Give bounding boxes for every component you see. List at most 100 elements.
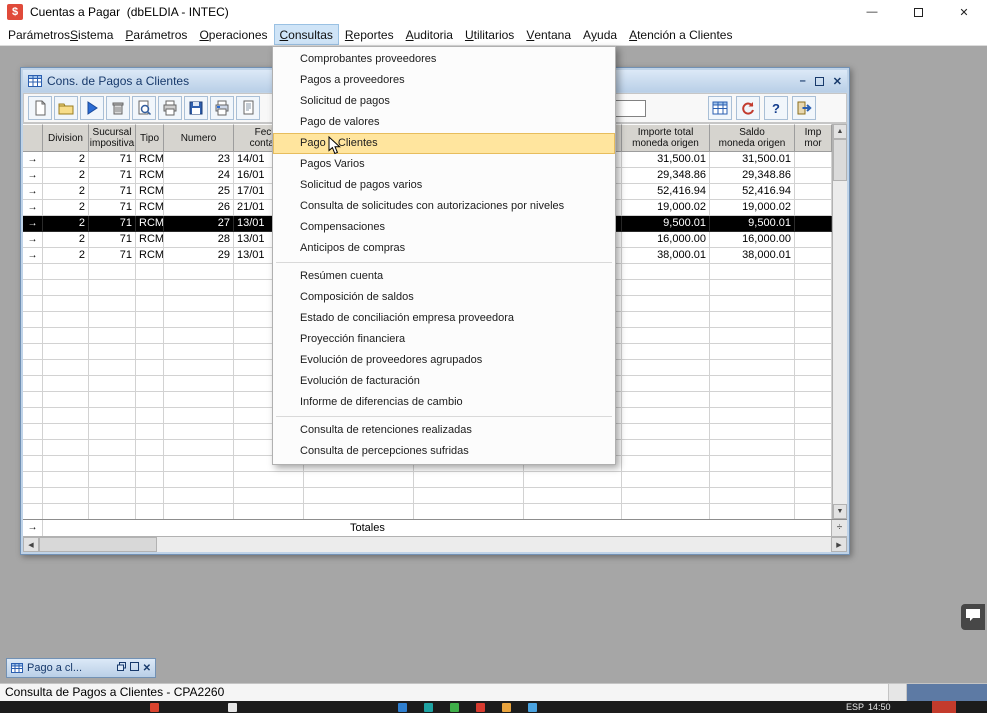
grid-cell[interactable] (622, 312, 710, 328)
grid-cell[interactable] (136, 440, 164, 456)
grid-cell[interactable] (622, 376, 710, 392)
grid-cell[interactable] (795, 504, 832, 519)
open-button[interactable] (54, 96, 78, 120)
grid-cell[interactable] (710, 392, 795, 408)
menubar-item-ventana[interactable]: Ventana (520, 24, 577, 45)
grid-cell[interactable] (795, 216, 832, 232)
menu-item-pago-de-valores[interactable]: Pago de valores (273, 112, 615, 133)
menu-item-compensaciones[interactable]: Compensaciones (273, 217, 615, 238)
maximize-button[interactable] (130, 662, 139, 674)
grid-row-empty[interactable] (23, 472, 832, 488)
grid-cell[interactable] (164, 488, 234, 504)
grid-cell[interactable] (89, 504, 136, 519)
grid-cell[interactable] (622, 328, 710, 344)
grid-cell[interactable] (795, 472, 832, 488)
grid-cell[interactable]: 28 (164, 232, 234, 248)
maximize-button[interactable] (895, 0, 941, 24)
grid-cell[interactable] (43, 280, 89, 296)
grid-cell[interactable] (795, 392, 832, 408)
column-header-imp-mor[interactable]: Imp mor (795, 124, 832, 152)
grid-cell[interactable] (622, 344, 710, 360)
grid-cell[interactable] (795, 456, 832, 472)
exit-button[interactable] (792, 96, 816, 120)
taskbar-app-icon[interactable] (450, 703, 459, 712)
grid-cell[interactable] (622, 392, 710, 408)
grid-cell[interactable]: → (23, 168, 43, 184)
grid-cell[interactable]: 71 (89, 168, 136, 184)
grid-cell[interactable] (710, 472, 795, 488)
scroll-right-button[interactable]: ▶ (831, 537, 847, 552)
menu-item-composicion-de-saldos[interactable]: Composición de saldos (273, 287, 615, 308)
preview-button[interactable] (132, 96, 156, 120)
grid-cell[interactable] (414, 472, 524, 488)
grid-cell[interactable]: 71 (89, 216, 136, 232)
menu-item-evolucion-de-facturacion[interactable]: Evolución de facturación (273, 371, 615, 392)
grid-cell[interactable]: RCM (136, 248, 164, 264)
grid-cell[interactable]: 2 (43, 232, 89, 248)
grid-cell[interactable] (23, 344, 43, 360)
grid-cell[interactable]: RCM (136, 200, 164, 216)
menu-item-pagos-a-proveedores[interactable]: Pagos a proveedores (273, 70, 615, 91)
grid-cell[interactable] (795, 168, 832, 184)
grid-cell[interactable] (795, 200, 832, 216)
grid-cell[interactable]: RCM (136, 232, 164, 248)
close-button[interactable]: ✕ (143, 663, 151, 674)
column-header-sucursal-impositiva[interactable]: Sucursal impositiva (89, 124, 136, 152)
grid-cell[interactable] (164, 424, 234, 440)
grid-cell[interactable] (136, 344, 164, 360)
grid-cell[interactable] (164, 312, 234, 328)
grid-cell[interactable]: 31,500.01 (622, 152, 710, 168)
grid-cell[interactable] (164, 408, 234, 424)
grid-cell[interactable] (710, 280, 795, 296)
grid-cell[interactable] (89, 392, 136, 408)
grid-cell[interactable]: 71 (89, 248, 136, 264)
grid-cell[interactable] (710, 296, 795, 312)
hscroll-track[interactable] (157, 537, 831, 552)
grid-cell[interactable] (164, 376, 234, 392)
grid-cell[interactable] (136, 264, 164, 280)
grid-cell[interactable] (622, 296, 710, 312)
grid-cell[interactable] (89, 440, 136, 456)
grid-cell[interactable] (795, 440, 832, 456)
grid-cell[interactable] (23, 376, 43, 392)
grid-cell[interactable] (304, 504, 414, 519)
run-button[interactable] (80, 96, 104, 120)
grid-cell[interactable] (164, 392, 234, 408)
taskbar-app-icon[interactable] (932, 701, 956, 713)
grid-cell[interactable] (164, 296, 234, 312)
grid-cell[interactable] (710, 488, 795, 504)
grid-cell[interactable]: RCM (136, 152, 164, 168)
grid-cell[interactable] (136, 456, 164, 472)
grid-cell[interactable] (622, 440, 710, 456)
grid-cell[interactable]: 9,500.01 (710, 216, 795, 232)
taskbar-app-icon[interactable] (398, 703, 407, 712)
grid-cell[interactable] (164, 328, 234, 344)
grid-cell[interactable] (795, 344, 832, 360)
menu-item-anticipos-de-compras[interactable]: Anticipos de compras (273, 238, 615, 259)
grid-cell[interactable]: 29 (164, 248, 234, 264)
grid-cell[interactable] (43, 264, 89, 280)
grid-cell[interactable] (89, 360, 136, 376)
grid-cell[interactable] (414, 488, 524, 504)
grid-cell[interactable] (622, 424, 710, 440)
grid-cell[interactable] (23, 472, 43, 488)
grid-cell[interactable] (795, 328, 832, 344)
grid-cell[interactable] (710, 440, 795, 456)
grid-cell[interactable] (710, 408, 795, 424)
grid-cell[interactable] (524, 488, 622, 504)
grid-cell[interactable] (89, 264, 136, 280)
taskbar-app-icon[interactable] (476, 703, 485, 712)
taskbar-app-icon[interactable] (528, 703, 537, 712)
grid-cell[interactable] (795, 312, 832, 328)
grid-cell[interactable] (795, 296, 832, 312)
horizontal-scrollbar[interactable]: ◀ ▶ (23, 536, 847, 552)
grid-cell[interactable] (795, 280, 832, 296)
delete-button[interactable] (106, 96, 130, 120)
grid-cell[interactable] (23, 440, 43, 456)
grid-cell[interactable]: 2 (43, 248, 89, 264)
column-header-division[interactable]: Division (43, 124, 89, 152)
grid-cell[interactable] (136, 504, 164, 519)
grid-cell[interactable]: → (23, 200, 43, 216)
grid-cell[interactable]: 71 (89, 200, 136, 216)
menubar-item-auditoria[interactable]: Auditoria (400, 24, 459, 45)
